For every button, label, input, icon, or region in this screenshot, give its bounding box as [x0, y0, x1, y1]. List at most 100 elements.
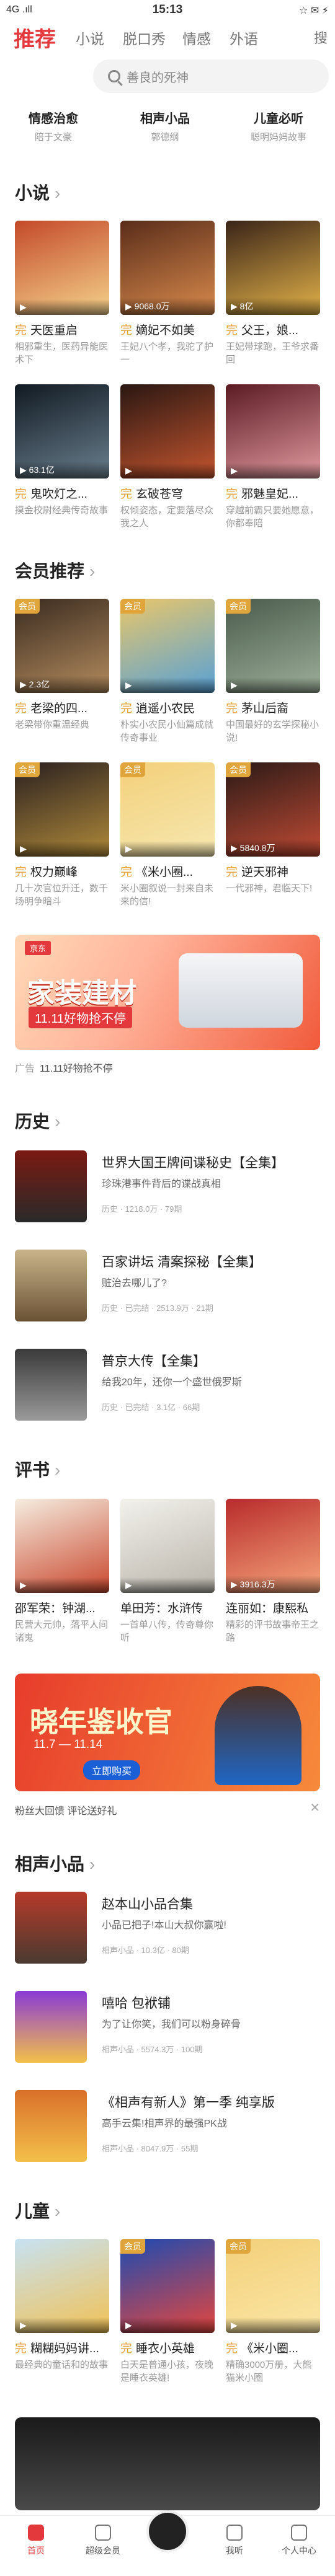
list-item[interactable]: 赵本山小品合集 小品已把子!本山大叔你赢啦! 相声小品 · 10.3亿 · 80期 — [15, 1892, 320, 1969]
play-icon: ▶ — [20, 302, 27, 312]
section-history-header[interactable]: 历史 › — [15, 1108, 60, 1133]
album-card[interactable]: 会员 ▶ 完睡衣小英雄 白天是普通小孩，夜晚是睡衣英雄! — [120, 2239, 215, 2384]
album-title: 单田芳：水浒传 — [120, 1599, 215, 1616]
section-title: 历史 — [15, 1112, 50, 1131]
album-card[interactable]: ▶ 9068.0万完嫡妃不如美 王妃八个孝，我驼了护一 — [120, 221, 215, 366]
play-icon: ▶ — [231, 843, 240, 853]
album-card[interactable]: 会员 ▶ 完《米小圈... 米小圈叙说一封来自未来的信! — [120, 762, 215, 908]
vip-badge: 会员 — [15, 599, 40, 614]
album-card[interactable]: ▶ 完邪魅皇妃... 穿越前霸只要她愿意，你都奉陪 — [226, 384, 320, 530]
tab-novel[interactable]: 小说 — [76, 27, 104, 48]
clock: 15:13 — [152, 3, 183, 16]
album-cover: ▶ 9068.0万 — [120, 221, 215, 315]
category-crosstalk[interactable]: 相声小品 郭德纲 — [122, 108, 208, 143]
album-card[interactable]: ▶ 完天医重启 相邪重生，医药异能医术下 — [15, 221, 109, 366]
album-card[interactable]: ▶ 完玄破苍穹 权倾姿态，定要落尽众我之人 — [120, 384, 215, 530]
section-novel-header[interactable]: 小说 › — [15, 180, 60, 205]
close-icon[interactable]: ✕ — [310, 1800, 320, 1815]
album-cover: ▶ — [120, 384, 215, 479]
album-title: 完权力巅峰 — [15, 863, 109, 880]
section-member-header[interactable]: 会员推荐 › — [15, 558, 95, 583]
list-meta: 相声小品 · 8047.9万 · 55期 — [102, 2144, 199, 2153]
album-cover: 会员 ▶ 5840.8万 — [226, 762, 320, 857]
album-title-text: 单田芳：水浒传 — [120, 1602, 203, 1615]
nav-listen[interactable]: 我听 — [201, 2525, 268, 2557]
list-item[interactable]: 百家讲坛 清案探秘【全集】 赃治去哪儿了? 历史 · 已完结 · 2513.9万 ·… — [15, 1250, 320, 1326]
album-desc: 一代邪神，君临天下! — [226, 883, 313, 894]
tab-talkshow[interactable]: 脱口秀 — [123, 27, 166, 48]
list-item[interactable]: 世界大国王牌间谍秘史【全集】 珍珠港事件背后的谍战真相 历史 · 1218.0万 ·… — [15, 1150, 320, 1227]
album-card[interactable]: ▶ 单田芳：水浒传 一首单八传，传奇尊你听 — [120, 1499, 215, 1644]
play-icon: ▶ — [125, 2320, 132, 2330]
tab-emotion[interactable]: 情感 — [182, 27, 211, 48]
album-cover: ▶ 63.1亿 — [15, 384, 109, 479]
list-meta: 相声小品 · 5574.3万 · 100期 — [102, 2045, 203, 2054]
album-card[interactable]: 会员 ▶ 2.3亿完老梁的四... 老梁带你重温经典 — [15, 599, 109, 744]
finished-tag: 完 — [120, 866, 133, 879]
finished-tag: 完 — [226, 324, 238, 337]
album-card[interactable]: ▶ 完糊糊妈妈讲... 最经典的童话和的故事 — [15, 2239, 109, 2384]
play-count: ▶ — [120, 677, 215, 693]
album-card[interactable]: ▶ 8亿完父王，娘... 王妃带球跑，王爷求番回 — [226, 221, 320, 366]
play-count: ▶ — [120, 463, 215, 479]
play-count-value: 63.1亿 — [29, 465, 55, 475]
play-count: ▶ 8亿 — [226, 298, 320, 315]
section-crosstalk-header[interactable]: 相声小品 › — [15, 1851, 95, 1876]
finished-tag: 完 — [120, 702, 133, 715]
album-title-text: 权力巅峰 — [30, 866, 78, 879]
album-cover: ▶ — [120, 1499, 215, 1593]
album-card[interactable]: ▶ 63.1亿完鬼吹灯之... 摸金校尉经典传奇故事 — [15, 384, 109, 530]
finished-tag: 完 — [120, 488, 133, 501]
ad-banner-jd[interactable]: 京东 家装建材 11.11好物抢不停 — [15, 935, 320, 1050]
list-thumbnail — [15, 1150, 87, 1222]
list-item[interactable]: 《相声有新人》第一季 纯享版 高手云集!相声界的最强PK战 相声小品 · 8047.… — [15, 2090, 320, 2167]
play-count: ▶ — [15, 1577, 109, 1593]
nav-profile[interactable]: 个人中心 — [266, 2525, 333, 2557]
category-children[interactable]: 儿童必听 聪明妈妈故事 — [232, 108, 325, 143]
list-meta: 相声小品 · 10.3亿 · 80期 — [102, 1946, 189, 1955]
section-pingshu-header[interactable]: 评书 › — [15, 1457, 60, 1481]
ad2-person-image — [215, 1686, 302, 1785]
category-emotion-healing[interactable]: 情感治愈 陪于文豪 — [10, 108, 97, 143]
category-title: 相声小品 — [140, 112, 190, 126]
album-card[interactable]: 会员 ▶ 完茅山后裔 中国最好的玄学探秘小说! — [226, 599, 320, 744]
album-card[interactable]: 会员 ▶ 完逍遥小农民 朴实小农民小仙篇成就传奇事业 — [120, 599, 215, 744]
album-card[interactable]: ▶ 邵军荣：钟湖... 民营大元帅，落平人间诸鬼 — [15, 1499, 109, 1644]
album-title-text: 逍遥小农民 — [136, 702, 195, 715]
play-count: ▶ — [120, 1577, 215, 1593]
search-input[interactable]: 善良的死神 — [93, 60, 329, 93]
album-title: 完老梁的四... — [15, 699, 109, 716]
nav-home[interactable]: 首页 — [2, 2525, 69, 2557]
player-button[interactable] — [146, 2510, 189, 2552]
tab-language[interactable]: 外语 — [230, 27, 258, 48]
ad-product-image — [179, 953, 303, 1028]
section-title: 儿童 — [15, 2202, 50, 2221]
play-count: ▶ 9068.0万 — [120, 298, 215, 315]
nav-label: 我听 — [226, 2546, 243, 2556]
search-tab[interactable]: 搜 — [314, 27, 328, 47]
bottom-promo-banner[interactable] — [15, 2417, 320, 2510]
album-cover: ▶ 3916.3万 — [226, 1499, 320, 1593]
vip-badge: 会员 — [226, 599, 251, 614]
nav-vip[interactable]: 超级会员 — [69, 2525, 136, 2557]
album-card[interactable]: ▶ 3916.3万 连丽如：康熙私 精彩的评书故事帝王之路 — [226, 1499, 320, 1644]
album-card[interactable]: 会员 ▶ 5840.8万完逆天邪神 一代邪神，君临天下! — [226, 762, 320, 908]
list-item[interactable]: 普京大传【全集】 给我20年，还你一个盛世俄罗斯 历史 · 已完结 · 3.1亿 ·… — [15, 1349, 320, 1426]
album-cover: 会员 ▶ 2.3亿 — [15, 599, 109, 693]
album-cover: ▶ — [15, 221, 109, 315]
album-title-text: 天医重启 — [30, 324, 78, 337]
ad2-buy-button[interactable]: 立即购买 — [83, 1760, 141, 1780]
category-sub: 聪明妈妈故事 — [250, 132, 306, 143]
ad-banner-yearend[interactable]: 晓年鉴收官 11.7 — 11.14 立即购买 — [15, 1674, 320, 1791]
album-card[interactable]: 会员 ▶ 完《米小圈... 精确3000万册，大熊猫米小圈 — [226, 2239, 320, 2384]
play-icon: ▶ — [125, 465, 132, 475]
album-cover: ▶ — [226, 384, 320, 479]
list-item[interactable]: 嘻哈 包袱铺 为了让你笑，我们可以粉身碎骨 相声小品 · 5574.3万 · 100… — [15, 1991, 320, 2068]
tab-recommend[interactable]: 推荐 — [14, 22, 56, 53]
album-cover: 会员 ▶ — [120, 2239, 215, 2333]
album-title-text: 《米小圈... — [241, 2342, 298, 2355]
list-title: 嘻哈 包袱铺 — [102, 1996, 171, 2011]
album-card[interactable]: 会员 ▶ 完权力巅峰 几十次官位升迁，数千场明争暗斗 — [15, 762, 109, 908]
section-children-header[interactable]: 儿童 › — [15, 2198, 60, 2223]
play-count-value: 9068.0万 — [134, 301, 170, 311]
